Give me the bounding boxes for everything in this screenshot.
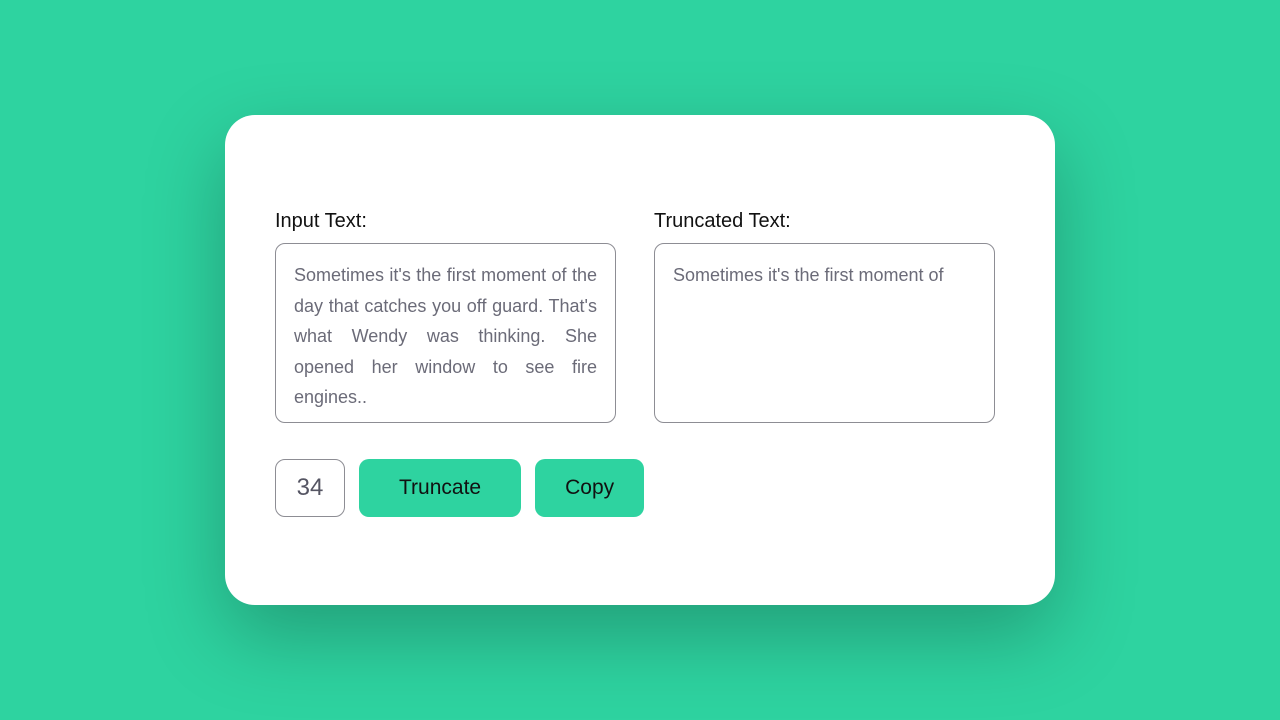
copy-button[interactable]: Copy — [535, 459, 644, 517]
controls-row: Truncate Copy — [275, 459, 995, 517]
input-label: Input Text: — [275, 210, 616, 233]
output-textarea: Sometimes it's the first moment of — [654, 243, 995, 423]
output-label: Truncated Text: — [654, 210, 995, 233]
columns-container: Input Text: Sometimes it's the first mom… — [275, 210, 995, 423]
length-input[interactable] — [275, 459, 345, 517]
input-textarea[interactable]: Sometimes it's the first moment of the d… — [275, 243, 616, 423]
output-column: Truncated Text: Sometimes it's the first… — [654, 210, 995, 423]
truncate-card: Input Text: Sometimes it's the first mom… — [225, 115, 1055, 605]
truncate-button[interactable]: Truncate — [359, 459, 521, 517]
input-column: Input Text: Sometimes it's the first mom… — [275, 210, 616, 423]
